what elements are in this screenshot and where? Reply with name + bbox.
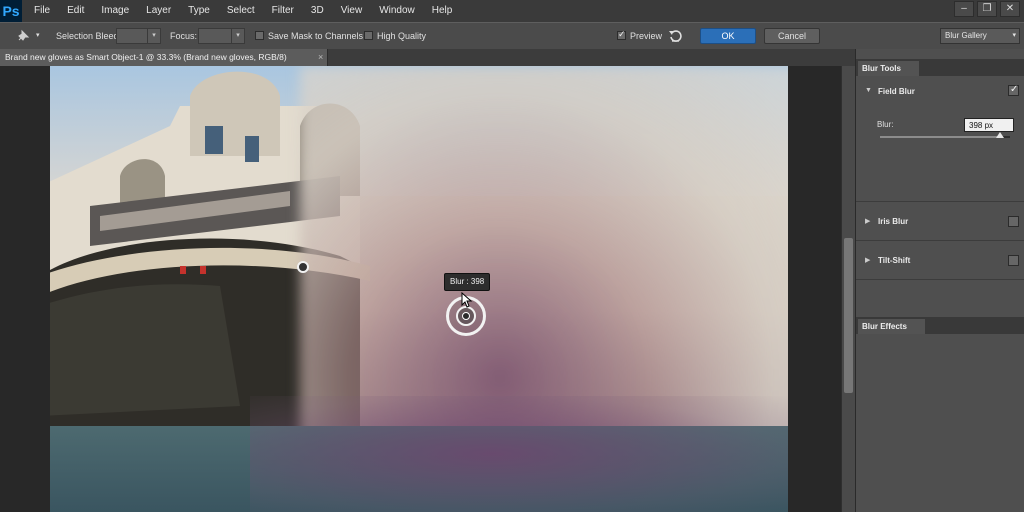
iris-blur-label: Iris Blur — [878, 217, 909, 226]
tab-blur-tools[interactable]: Blur Tools — [858, 61, 919, 76]
restore-button[interactable]: ❐ — [977, 1, 997, 17]
high-quality-label: High Quality — [377, 31, 427, 41]
vertical-scrollbar[interactable] — [841, 66, 855, 512]
menu-filter[interactable]: Filter — [272, 0, 302, 22]
minimize-button[interactable]: – — [954, 1, 974, 17]
menu-window[interactable]: Window — [379, 0, 423, 22]
menu-bar: Ps File Edit Image Layer Type Select Filter 3D V… — [0, 0, 1024, 22]
menu-view[interactable]: View — [341, 0, 371, 22]
expand-arrow-icon[interactable]: ▼ — [865, 87, 872, 94]
field-blur-label: Field Blur — [878, 87, 915, 96]
save-mask-checkbox[interactable] — [255, 31, 264, 40]
collapse-arrow-icon[interactable]: ▶ — [865, 217, 870, 225]
document-image[interactable] — [50, 66, 788, 512]
blur-slider-fill — [880, 136, 1000, 138]
tilt-shift-section[interactable]: ▶ Tilt-Shift — [856, 241, 1024, 280]
tab-blur-effects[interactable]: Blur Effects — [858, 319, 925, 334]
iris-blur-checkbox[interactable] — [1008, 216, 1019, 227]
selection-bleed-field[interactable] — [116, 28, 148, 44]
document-tab[interactable]: Brand new gloves as Smart Object-1 @ 33.… — [0, 49, 328, 66]
focus-field[interactable] — [198, 28, 232, 44]
menu-type[interactable]: Type — [188, 0, 218, 22]
chevron-down-icon: ▾ — [1012, 32, 1016, 39]
high-quality-checkbox[interactable] — [364, 31, 373, 40]
blur-amount-field[interactable]: 398 px — [964, 118, 1014, 132]
iris-blur-section[interactable]: ▶ Iris Blur — [856, 202, 1024, 241]
menu-list: File Edit Image Layer Type Select Filter 3D View… — [34, 0, 469, 22]
blur-pin-center[interactable] — [462, 312, 470, 320]
menu-file[interactable]: File — [34, 0, 58, 22]
close-tab-icon[interactable]: × — [318, 49, 323, 66]
pin-tool-icon[interactable] — [16, 23, 30, 49]
preview-label: Preview — [630, 31, 663, 41]
save-mask-label: Save Mask to Channels — [268, 31, 364, 41]
blurred-water — [250, 396, 788, 512]
reset-icon[interactable] — [668, 23, 682, 49]
blur-amount-label: Blur: — [877, 120, 894, 129]
field-blur-checkbox[interactable] — [1008, 84, 1019, 96]
selection-bleed-dropdown-icon[interactable]: ▾ — [147, 28, 161, 44]
menu-3d[interactable]: 3D — [311, 0, 332, 22]
blur-panels: Blur Tools ▼ Field Blur Blur: 398 px ▶ I… — [855, 49, 1024, 512]
blur-value-tooltip: Blur : 398 — [444, 273, 491, 291]
blur-pin[interactable] — [297, 261, 309, 273]
photoshop-logo: Ps — [0, 0, 22, 22]
collapse-arrow-icon[interactable]: ▶ — [865, 256, 870, 264]
menu-help[interactable]: Help — [432, 0, 461, 22]
preview-checkbox[interactable] — [617, 29, 626, 40]
cursor-icon — [461, 292, 473, 308]
menu-image[interactable]: Image — [101, 0, 137, 22]
focus-label: Focus: — [170, 31, 198, 41]
document-tab-bar: Brand new gloves as Smart Object-1 @ 33.… — [0, 49, 855, 66]
window-controls: – ❐ ✕ — [954, 1, 1020, 17]
cancel-button[interactable]: Cancel — [764, 28, 820, 44]
document-tab-title: Brand new gloves as Smart Object-1 @ 33.… — [5, 52, 287, 62]
focus-dropdown-icon[interactable]: ▾ — [231, 28, 245, 44]
scrollbar-thumb[interactable] — [844, 238, 853, 393]
tilt-shift-checkbox[interactable] — [1008, 255, 1019, 266]
tilt-shift-label: Tilt-Shift — [878, 256, 911, 265]
field-blur-section: ▼ Field Blur Blur: 398 px — [856, 76, 1024, 202]
menu-layer[interactable]: Layer — [146, 0, 179, 22]
tool-preset-arrow-icon[interactable]: ▾ — [36, 23, 40, 49]
blur-effects-tab-bar: Blur Effects — [856, 317, 1024, 334]
close-button[interactable]: ✕ — [1000, 1, 1020, 17]
selection-bleed-label: Selection Bleed: — [56, 31, 122, 41]
workspace-select-value: Blur Gallery — [945, 31, 987, 40]
menu-select[interactable]: Select — [227, 0, 263, 22]
workspace-select[interactable]: Blur Gallery ▾ — [940, 28, 1020, 44]
blur-slider-thumb[interactable] — [995, 132, 1004, 138]
canvas-area: Blur : 398 — [0, 66, 841, 512]
options-bar: ▾ Selection Bleed: ▾ Focus: ▾ Save Mask … — [0, 22, 1024, 50]
blur-slider-track[interactable] — [880, 136, 1010, 138]
menu-edit[interactable]: Edit — [67, 0, 92, 22]
blur-tools-tab-bar: Blur Tools — [856, 59, 1024, 76]
ok-button[interactable]: OK — [700, 28, 756, 44]
